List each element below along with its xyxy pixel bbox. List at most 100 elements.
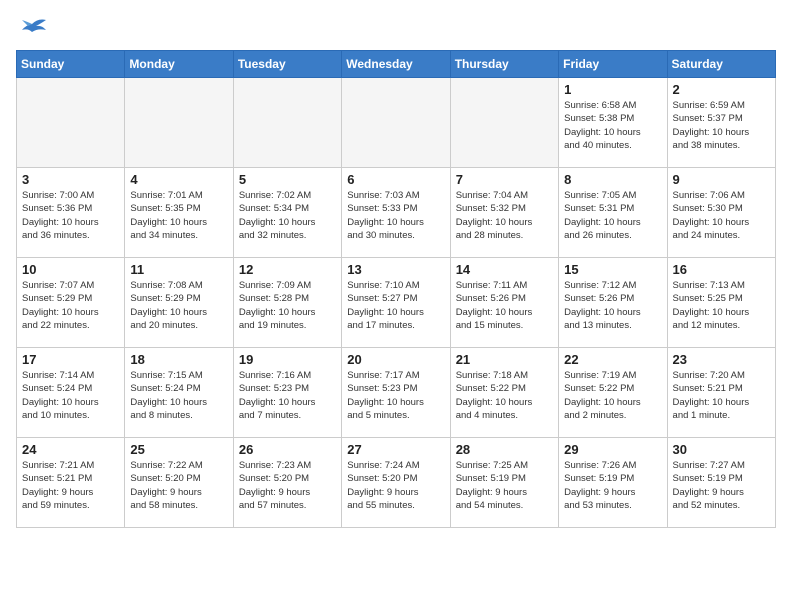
weekday-header: Tuesday: [233, 51, 341, 78]
day-info: Sunrise: 7:04 AM Sunset: 5:32 PM Dayligh…: [456, 189, 553, 242]
calendar-header-row: SundayMondayTuesdayWednesdayThursdayFrid…: [17, 51, 776, 78]
day-info: Sunrise: 7:14 AM Sunset: 5:24 PM Dayligh…: [22, 369, 119, 422]
day-number: 3: [22, 172, 119, 187]
day-info: Sunrise: 7:19 AM Sunset: 5:22 PM Dayligh…: [564, 369, 661, 422]
day-number: 10: [22, 262, 119, 277]
day-number: 25: [130, 442, 227, 457]
table-row: [233, 78, 341, 168]
calendar-week-row: 17 Sunrise: 7:14 AM Sunset: 5:24 PM Dayli…: [17, 348, 776, 438]
calendar-week-row: 10Sunrise: 7:07 AM Sunset: 5:29 PM Dayli…: [17, 258, 776, 348]
day-info: Sunrise: 7:16 AM Sunset: 5:23 PM Dayligh…: [239, 369, 336, 422]
weekday-header: Wednesday: [342, 51, 450, 78]
table-row: 6 Sunrise: 7:03 AM Sunset: 5:33 PM Daylig…: [342, 168, 450, 258]
calendar-table: SundayMondayTuesdayWednesdayThursdayFrid…: [16, 50, 776, 528]
day-number: 8: [564, 172, 661, 187]
table-row: [17, 78, 125, 168]
calendar-week-row: 3 Sunrise: 7:00 AM Sunset: 5:36 PM Daylig…: [17, 168, 776, 258]
logo: [16, 16, 46, 38]
weekday-header: Friday: [559, 51, 667, 78]
day-number: 18: [130, 352, 227, 367]
day-number: 30: [673, 442, 770, 457]
day-info: Sunrise: 7:25 AM Sunset: 5:19 PM Dayligh…: [456, 459, 553, 512]
day-info: Sunrise: 7:27 AM Sunset: 5:19 PM Dayligh…: [673, 459, 770, 512]
day-info: Sunrise: 7:17 AM Sunset: 5:23 PM Dayligh…: [347, 369, 444, 422]
table-row: 16 Sunrise: 7:13 AM Sunset: 5:25 PM Dayli…: [667, 258, 775, 348]
day-number: 11: [130, 262, 227, 277]
day-info: Sunrise: 7:26 AM Sunset: 5:19 PM Dayligh…: [564, 459, 661, 512]
table-row: 22 Sunrise: 7:19 AM Sunset: 5:22 PM Dayli…: [559, 348, 667, 438]
day-number: 2: [673, 82, 770, 97]
day-number: 1: [564, 82, 661, 97]
day-info: Sunrise: 6:58 AM Sunset: 5:38 PM Dayligh…: [564, 99, 661, 152]
day-number: 21: [456, 352, 553, 367]
day-info: Sunrise: 7:02 AM Sunset: 5:34 PM Dayligh…: [239, 189, 336, 242]
day-info: Sunrise: 7:13 AM Sunset: 5:25 PM Dayligh…: [673, 279, 770, 332]
table-row: 21Sunrise: 7:18 AM Sunset: 5:22 PM Dayli…: [450, 348, 558, 438]
calendar-week-row: 24 Sunrise: 7:21 AM Sunset: 5:21 PM Dayli…: [17, 438, 776, 528]
day-number: 27: [347, 442, 444, 457]
calendar-week-row: 1 Sunrise: 6:58 AM Sunset: 5:38 PM Daylig…: [17, 78, 776, 168]
day-number: 20: [347, 352, 444, 367]
day-info: Sunrise: 7:20 AM Sunset: 5:21 PM Dayligh…: [673, 369, 770, 422]
day-number: 19: [239, 352, 336, 367]
day-number: 17: [22, 352, 119, 367]
day-number: 24: [22, 442, 119, 457]
table-row: 27 Sunrise: 7:24 AM Sunset: 5:20 PM Dayli…: [342, 438, 450, 528]
day-number: 14: [456, 262, 553, 277]
table-row: 1 Sunrise: 6:58 AM Sunset: 5:38 PM Daylig…: [559, 78, 667, 168]
table-row: 19 Sunrise: 7:16 AM Sunset: 5:23 PM Dayli…: [233, 348, 341, 438]
day-info: Sunrise: 7:10 AM Sunset: 5:27 PM Dayligh…: [347, 279, 444, 332]
logo-bird-icon: [18, 16, 46, 38]
day-number: 9: [673, 172, 770, 187]
day-info: Sunrise: 7:22 AM Sunset: 5:20 PM Dayligh…: [130, 459, 227, 512]
table-row: 24 Sunrise: 7:21 AM Sunset: 5:21 PM Dayli…: [17, 438, 125, 528]
day-info: Sunrise: 7:01 AM Sunset: 5:35 PM Dayligh…: [130, 189, 227, 242]
day-info: Sunrise: 7:24 AM Sunset: 5:20 PM Dayligh…: [347, 459, 444, 512]
day-info: Sunrise: 7:15 AM Sunset: 5:24 PM Dayligh…: [130, 369, 227, 422]
table-row: 29 Sunrise: 7:26 AM Sunset: 5:19 PM Dayli…: [559, 438, 667, 528]
day-number: 5: [239, 172, 336, 187]
table-row: 25 Sunrise: 7:22 AM Sunset: 5:20 PM Dayli…: [125, 438, 233, 528]
day-number: 23: [673, 352, 770, 367]
day-info: Sunrise: 7:21 AM Sunset: 5:21 PM Dayligh…: [22, 459, 119, 512]
day-info: Sunrise: 7:00 AM Sunset: 5:36 PM Dayligh…: [22, 189, 119, 242]
day-info: Sunrise: 7:12 AM Sunset: 5:26 PM Dayligh…: [564, 279, 661, 332]
table-row: 10Sunrise: 7:07 AM Sunset: 5:29 PM Dayli…: [17, 258, 125, 348]
table-row: 3 Sunrise: 7:00 AM Sunset: 5:36 PM Daylig…: [17, 168, 125, 258]
page-header: [16, 16, 776, 38]
table-row: 5 Sunrise: 7:02 AM Sunset: 5:34 PM Daylig…: [233, 168, 341, 258]
table-row: 30 Sunrise: 7:27 AM Sunset: 5:19 PM Dayli…: [667, 438, 775, 528]
table-row: 7 Sunrise: 7:04 AM Sunset: 5:32 PM Daylig…: [450, 168, 558, 258]
day-info: Sunrise: 7:05 AM Sunset: 5:31 PM Dayligh…: [564, 189, 661, 242]
weekday-header: Thursday: [450, 51, 558, 78]
table-row: 20 Sunrise: 7:17 AM Sunset: 5:23 PM Dayli…: [342, 348, 450, 438]
day-info: Sunrise: 7:03 AM Sunset: 5:33 PM Dayligh…: [347, 189, 444, 242]
table-row: 15 Sunrise: 7:12 AM Sunset: 5:26 PM Dayli…: [559, 258, 667, 348]
table-row: 12 Sunrise: 7:09 AM Sunset: 5:28 PM Dayli…: [233, 258, 341, 348]
day-number: 26: [239, 442, 336, 457]
table-row: 14Sunrise: 7:11 AM Sunset: 5:26 PM Dayli…: [450, 258, 558, 348]
day-number: 12: [239, 262, 336, 277]
weekday-header: Monday: [125, 51, 233, 78]
table-row: 11Sunrise: 7:08 AM Sunset: 5:29 PM Dayli…: [125, 258, 233, 348]
day-number: 15: [564, 262, 661, 277]
table-row: 23 Sunrise: 7:20 AM Sunset: 5:21 PM Dayli…: [667, 348, 775, 438]
day-number: 16: [673, 262, 770, 277]
day-number: 7: [456, 172, 553, 187]
day-info: Sunrise: 7:09 AM Sunset: 5:28 PM Dayligh…: [239, 279, 336, 332]
table-row: 8 Sunrise: 7:05 AM Sunset: 5:31 PM Daylig…: [559, 168, 667, 258]
day-number: 29: [564, 442, 661, 457]
day-number: 28: [456, 442, 553, 457]
day-info: Sunrise: 6:59 AM Sunset: 5:37 PM Dayligh…: [673, 99, 770, 152]
table-row: 28 Sunrise: 7:25 AM Sunset: 5:19 PM Dayli…: [450, 438, 558, 528]
day-number: 13: [347, 262, 444, 277]
table-row: 9Sunrise: 7:06 AM Sunset: 5:30 PM Daylig…: [667, 168, 775, 258]
table-row: [450, 78, 558, 168]
day-info: Sunrise: 7:23 AM Sunset: 5:20 PM Dayligh…: [239, 459, 336, 512]
day-number: 22: [564, 352, 661, 367]
table-row: [125, 78, 233, 168]
table-row: 13 Sunrise: 7:10 AM Sunset: 5:27 PM Dayli…: [342, 258, 450, 348]
day-number: 6: [347, 172, 444, 187]
weekday-header: Sunday: [17, 51, 125, 78]
table-row: 18 Sunrise: 7:15 AM Sunset: 5:24 PM Dayli…: [125, 348, 233, 438]
